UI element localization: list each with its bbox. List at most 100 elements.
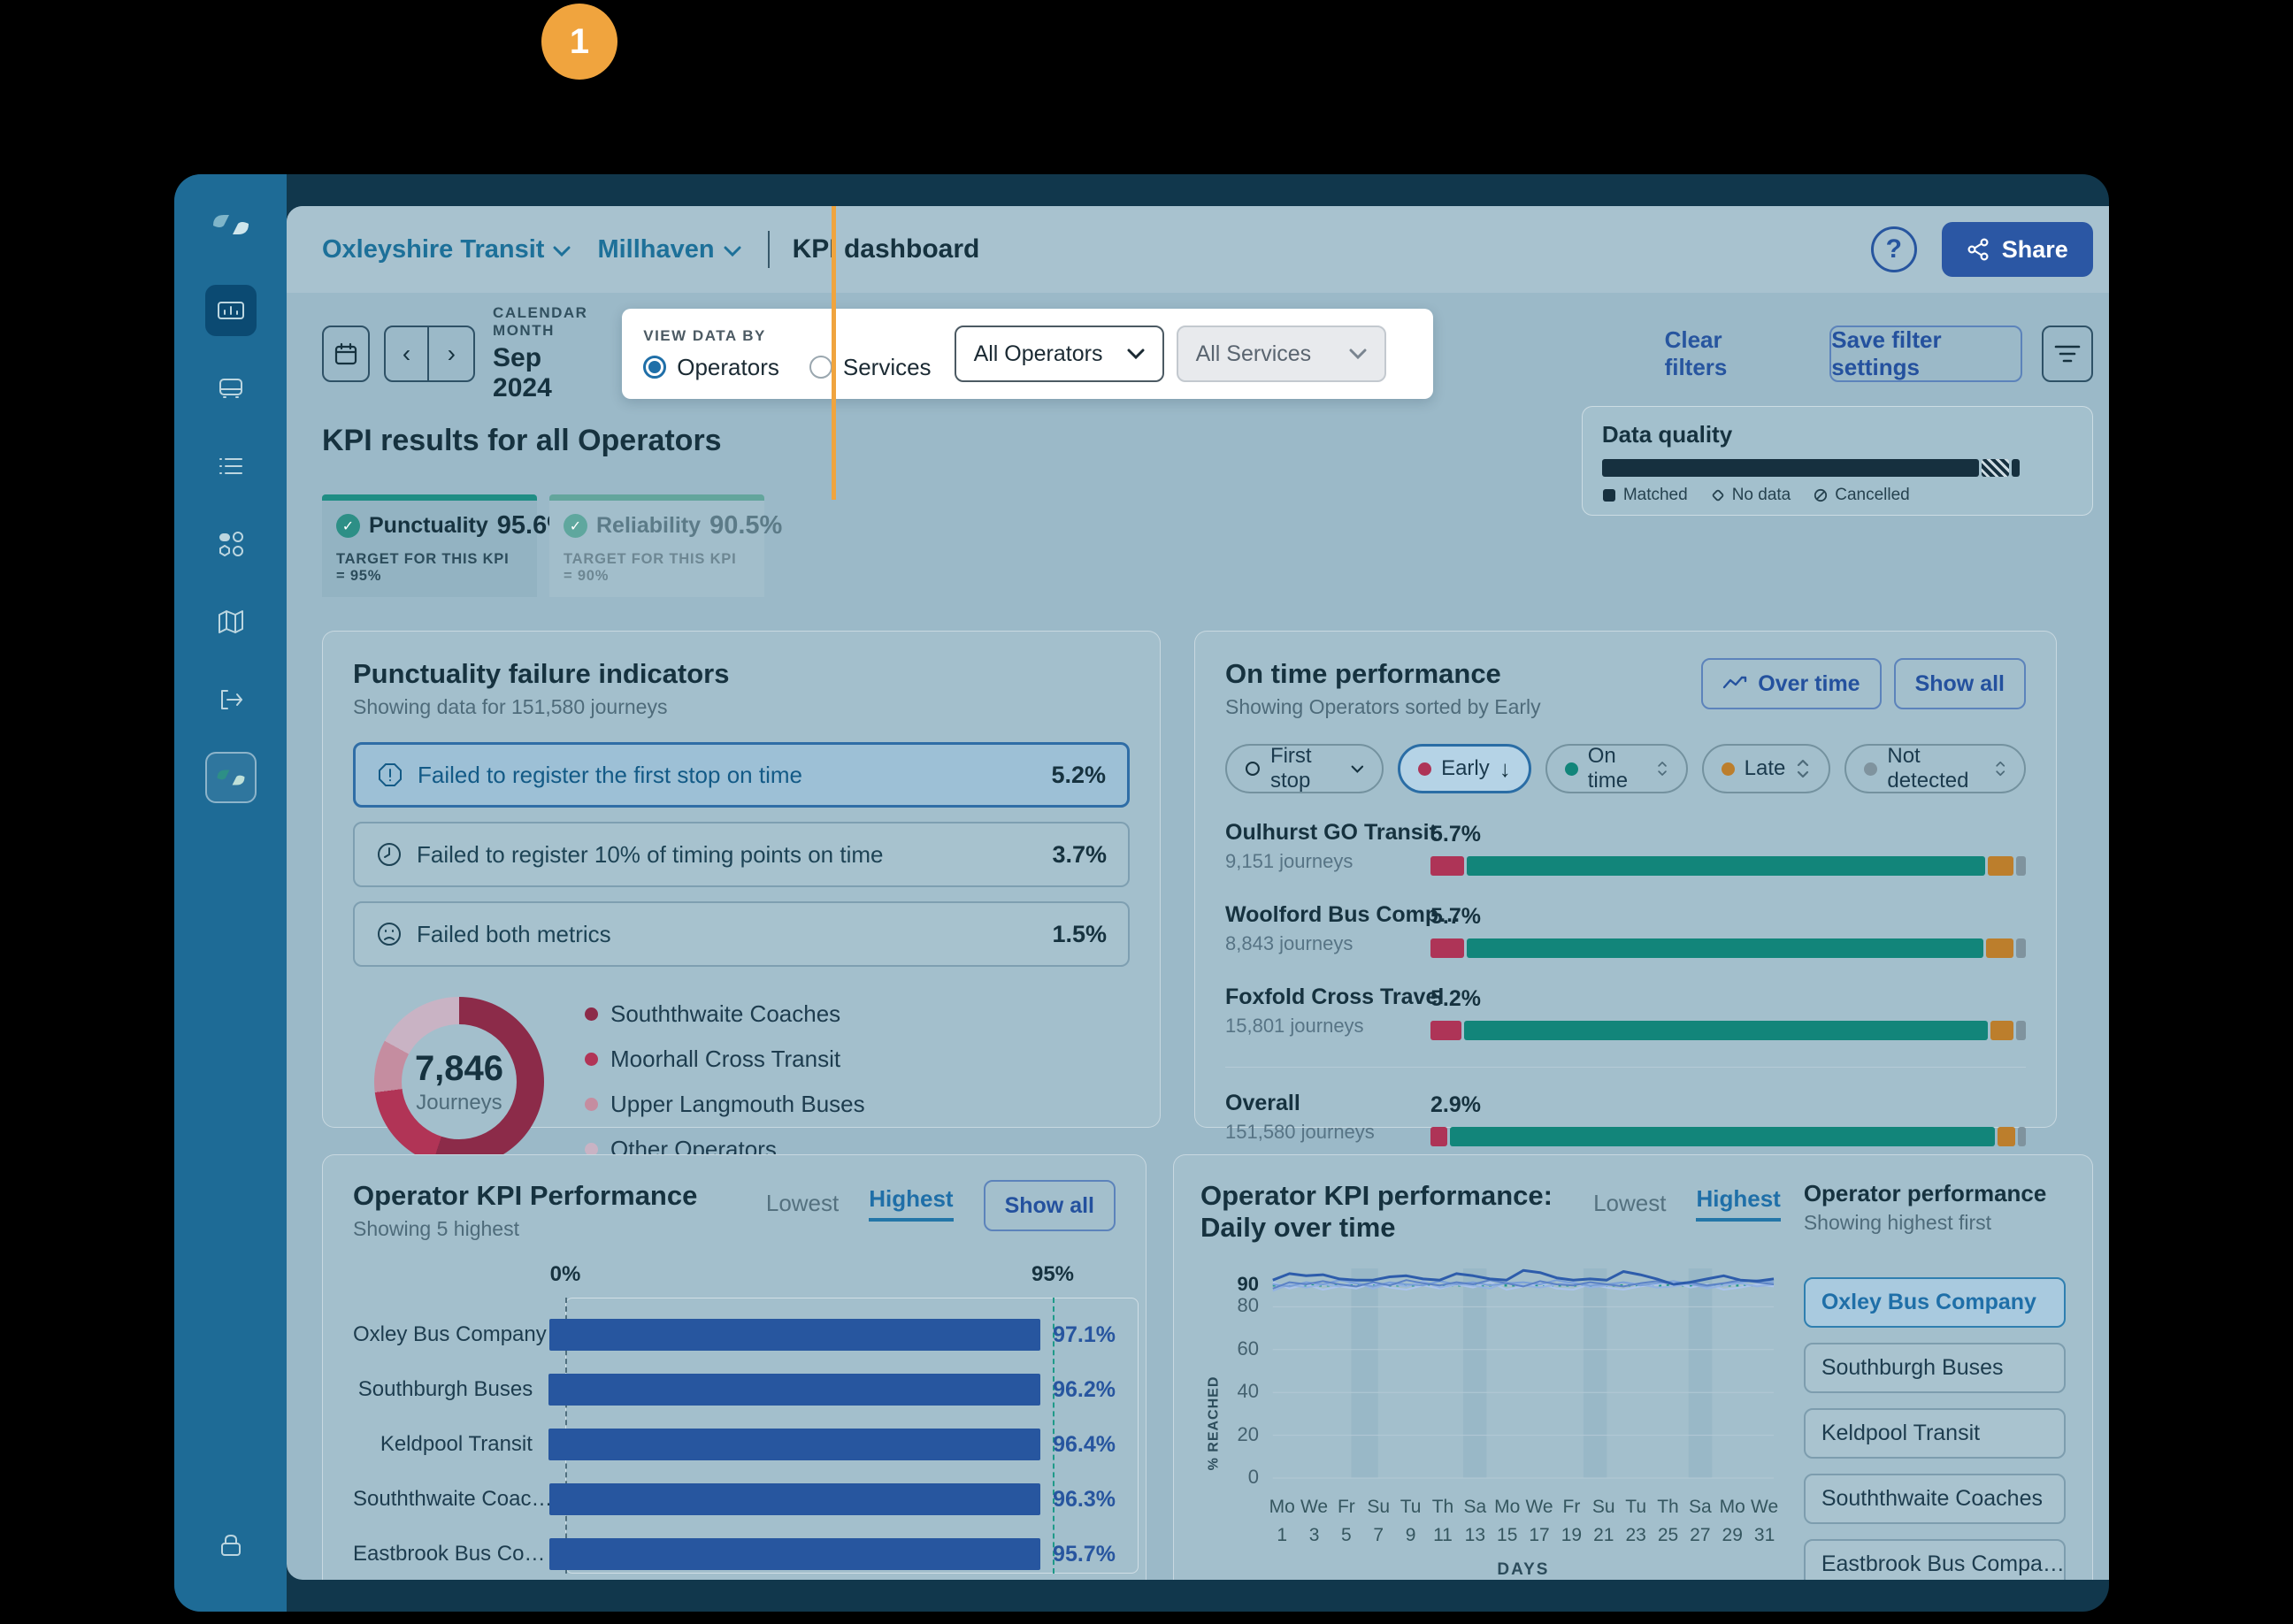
save-filter-settings-button[interactable]: Save filter settings [1829, 326, 2022, 382]
services-dropdown[interactable]: All Services [1177, 326, 1386, 382]
bar-value: 97.1% [1053, 1322, 1116, 1348]
failure-row-value: 3.7% [1052, 841, 1107, 869]
chevron-down-icon [1351, 764, 1364, 774]
highest-toggle[interactable]: Highest [869, 1185, 953, 1222]
on-time-dot-icon [1565, 762, 1578, 776]
x-tick: Fr5 [1331, 1497, 1362, 1546]
clock-icon [376, 841, 403, 868]
calendar-icon [333, 341, 359, 367]
chevron-down-icon [553, 246, 571, 257]
components-icon [215, 528, 247, 560]
bar-rows: Oxley Bus Company97.1% Southburgh Buses9… [353, 1319, 1116, 1580]
sidebar-item-apps-badge[interactable] [205, 752, 257, 803]
chip-label: On time [1588, 744, 1646, 793]
operator-name: Oulhurst GO Transit [1225, 820, 1430, 846]
sidebar-item-logout[interactable] [205, 674, 257, 725]
lowest-toggle[interactable]: Lowest [766, 1190, 839, 1217]
over-time-label: Over time [1758, 671, 1860, 697]
next-month-button[interactable]: › [429, 327, 473, 380]
callout-line [832, 206, 836, 500]
breadcrumb-region-label: Millhaven [597, 235, 714, 264]
top-bar: Oxleyshire Transit Millhaven KPI dashboa… [287, 206, 2109, 293]
breadcrumb-organisation[interactable]: Oxleyshire Transit [322, 235, 571, 264]
sidebar-item-components[interactable] [205, 518, 257, 570]
matched-square-icon [1602, 488, 1616, 502]
operator-list-item-oxley[interactable]: Oxley Bus Company [1804, 1277, 2066, 1328]
chip-first-stop[interactable]: First stop [1225, 744, 1384, 793]
highest-toggle[interactable]: Highest [1696, 1185, 1780, 1222]
breadcrumb-region[interactable]: Millhaven [597, 235, 740, 264]
share-button[interactable]: Share [1942, 222, 2093, 277]
previous-month-button[interactable]: ‹ [386, 327, 430, 380]
chip-on-time[interactable]: On time [1545, 744, 1688, 793]
data-quality-segment [1982, 459, 2009, 477]
lowest-toggle[interactable]: Lowest [1593, 1190, 1666, 1217]
clear-filters-button[interactable]: Clear filters [1665, 326, 1786, 381]
chip-early[interactable]: Early ↓ [1398, 744, 1531, 793]
y-axis-label: % REACHED [1200, 1256, 1227, 1580]
bar-segment [1430, 856, 1464, 876]
show-all-button[interactable]: Show all [1894, 658, 2026, 709]
operator-performance-subtitle: Showing highest first [1804, 1211, 2066, 1235]
legend-dot [585, 1007, 598, 1021]
operator-kpi-bar-chart: 0% 95% Oxley Bus Company97.1% Southburgh… [353, 1262, 1116, 1580]
operator-performance-header: Operator performance Showing highest fir… [1804, 1180, 2066, 1235]
on-time-performance-card: On time performance Showing Operators so… [1194, 631, 2057, 1128]
operator-name: Woolford Bus Comp… [1225, 902, 1430, 928]
bar-segment [1430, 1021, 1461, 1040]
on-time-rows: Oulhurst GO Transit 9,151 journeys 5.7% [1225, 820, 2026, 1146]
early-percentage: 5.7% [1430, 822, 2026, 847]
radio-services-label: Services [843, 354, 932, 381]
chip-label: Early [1441, 756, 1490, 781]
filter-settings-button[interactable] [2042, 326, 2093, 382]
callout-step-bubble: 1 [541, 4, 617, 80]
radio-operators[interactable]: Operators [643, 354, 779, 381]
chip-late[interactable]: Late [1702, 744, 1831, 793]
check-circle-icon: ✓ [564, 514, 587, 538]
operator-list-item-eastbrook[interactable]: Eastbrook Bus Compa… [1804, 1539, 2066, 1580]
calendar-button[interactable] [322, 326, 370, 382]
bar-value: 96.4% [1053, 1432, 1116, 1458]
operator-list-item-keldpool[interactable]: Keldpool Transit [1804, 1408, 2066, 1459]
show-all-button[interactable]: Show all [984, 1180, 1116, 1231]
operator-row: Foxfold Cross Travel 15,801 journeys 5.2… [1225, 984, 2026, 1040]
operator-list-item-southburgh[interactable]: Southburgh Buses [1804, 1343, 2066, 1393]
failure-row-first-stop[interactable]: Failed to register the first stop on tim… [353, 742, 1130, 808]
sidebar-nav [205, 285, 257, 803]
daily-over-time-card: Operator KPI performance: Daily over tim… [1173, 1154, 2093, 1580]
operators-dropdown[interactable]: All Operators [955, 326, 1164, 382]
help-button[interactable]: ? [1871, 226, 1917, 272]
operator-kpi-subtitle: Showing 5 highest [353, 1217, 697, 1241]
sidebar-item-vehicles[interactable] [205, 363, 257, 414]
sidebar-item-lock[interactable] [205, 1520, 257, 1571]
axis-label-target: 95% [1031, 1262, 1074, 1287]
operator-journeys: 8,843 journeys [1225, 932, 1430, 955]
sidebar-item-map[interactable] [205, 596, 257, 647]
sidebar-item-analytics[interactable] [205, 285, 257, 336]
failure-row-timing-points[interactable]: Failed to register 10% of timing points … [353, 822, 1130, 887]
bar [549, 1483, 1040, 1515]
cancelled-label: Cancelled [1835, 486, 1910, 505]
x-tick: Tu23 [1620, 1497, 1652, 1546]
x-tick: Sa27 [1684, 1497, 1716, 1546]
sidebar-item-list[interactable] [205, 440, 257, 492]
bar [549, 1319, 1040, 1351]
radio-services[interactable]: Services [809, 354, 932, 381]
breadcrumb-organisation-label: Oxleyshire Transit [322, 235, 544, 264]
no-data-label: No data [1732, 486, 1791, 505]
failure-row-both-metrics[interactable]: Failed both metrics 1.5% [353, 901, 1130, 967]
x-tick: We17 [1523, 1497, 1555, 1546]
x-tick: Sa13 [1459, 1497, 1491, 1546]
over-time-button[interactable]: Over time [1701, 658, 1881, 709]
chip-not-detected[interactable]: Not detected [1844, 744, 2026, 793]
chevron-down-icon [1127, 349, 1145, 359]
view-data-by-panel: VIEW DATA BY Operators Services [622, 309, 1432, 399]
tab-punctuality[interactable]: ✓ Punctuality 95.6% TARGET FOR THIS KPI … [322, 494, 537, 597]
stop-circle-icon [1245, 759, 1261, 778]
x-tick: We3 [1298, 1497, 1330, 1546]
bar-segment [2016, 938, 2026, 958]
data-quality-title: Data quality [1602, 421, 2073, 448]
breadcrumb-divider [768, 231, 770, 268]
operator-list-item-souththwaite[interactable]: Souththwaite Coaches [1804, 1474, 2066, 1524]
tab-reliability[interactable]: ✓ Reliability 90.5% TARGET FOR THIS KPI … [549, 494, 764, 597]
